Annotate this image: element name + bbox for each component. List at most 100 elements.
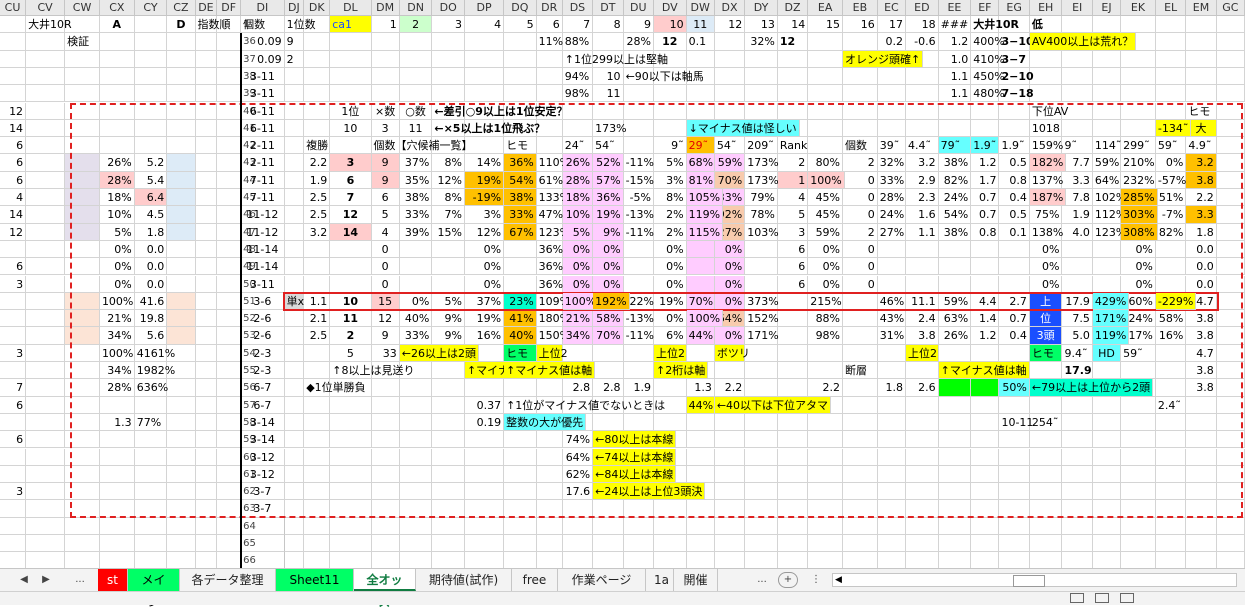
empty-cell[interactable] bbox=[399, 396, 433, 414]
cell-CY-47[interactable]: 1.8 bbox=[134, 223, 168, 241]
empty-cell[interactable] bbox=[593, 517, 624, 535]
cell-CW-51[interactable] bbox=[65, 292, 100, 311]
cell-EE-46[interactable]: 54% bbox=[938, 206, 972, 224]
cell-EL-41[interactable]: -134˜ bbox=[1155, 119, 1192, 138]
cell-ED-53[interactable]: 3.8 bbox=[906, 327, 939, 345]
empty-cell[interactable] bbox=[464, 85, 505, 103]
column-header-DP[interactable]: DP bbox=[464, 0, 505, 16]
cell-DO-50[interactable] bbox=[432, 275, 465, 293]
empty-cell[interactable] bbox=[714, 465, 746, 484]
cell-EG-56[interactable]: 50% bbox=[999, 379, 1030, 397]
column-header-CV[interactable]: CV bbox=[26, 0, 66, 16]
empty-cell[interactable] bbox=[686, 413, 715, 432]
empty-cell[interactable] bbox=[99, 431, 135, 449]
empty-cell[interactable] bbox=[304, 535, 331, 553]
cell-DO-44[interactable]: 12% bbox=[432, 171, 465, 189]
cell-DM-41[interactable]: 3 bbox=[371, 119, 400, 138]
cell-CX-45[interactable]: 18% bbox=[99, 189, 135, 207]
empty-cell[interactable] bbox=[26, 258, 66, 276]
cell-CW-36[interactable]: 検証 bbox=[65, 33, 100, 51]
cell-EH-46[interactable]: 75% bbox=[1029, 206, 1063, 224]
empty-cell[interactable] bbox=[195, 535, 218, 553]
cell-ED-1[interactable]: 18 bbox=[906, 16, 939, 34]
empty-cell[interactable] bbox=[371, 483, 400, 501]
cell-DI-63[interactable]: 3-7 bbox=[241, 500, 285, 518]
cell-EA-43[interactable]: 80% bbox=[808, 154, 844, 172]
cell-EA-49[interactable]: 0% bbox=[808, 258, 844, 276]
empty-cell[interactable] bbox=[1029, 67, 1063, 86]
cell-DI-37[interactable]: 0.09 bbox=[241, 50, 285, 68]
cell-DO-51[interactable]: 5% bbox=[432, 292, 465, 311]
cell-DZ-43[interactable]: 2 bbox=[777, 154, 809, 172]
column-header-DT[interactable]: DT bbox=[593, 0, 624, 16]
empty-cell[interactable] bbox=[99, 517, 135, 535]
cell-DS-47[interactable]: 5% bbox=[562, 223, 594, 241]
cell-EK-46[interactable]: 303% bbox=[1121, 206, 1158, 224]
empty-cell[interactable] bbox=[371, 379, 400, 397]
empty-cell[interactable] bbox=[1155, 344, 1187, 362]
empty-cell[interactable] bbox=[399, 413, 433, 432]
empty-cell[interactable] bbox=[777, 67, 809, 86]
empty-cell[interactable] bbox=[134, 33, 168, 51]
spreadsheet-grid[interactable]: CU CV CW CX CY CZ DE DF DI DJ DK DL DM DN DO DP DQ DR DS DT… bbox=[0, 0, 1245, 568]
empty-cell[interactable] bbox=[906, 102, 939, 120]
cell-DK-43[interactable]: 2.2 bbox=[304, 154, 331, 172]
cell-EG-37[interactable]: 3−7 bbox=[999, 50, 1030, 68]
empty-cell[interactable] bbox=[906, 413, 939, 432]
cell-DR-44[interactable]: 61% bbox=[536, 171, 563, 189]
empty-cell[interactable] bbox=[371, 33, 400, 51]
empty-cell[interactable] bbox=[1216, 223, 1245, 241]
empty-cell[interactable] bbox=[1186, 85, 1217, 103]
cell-CY-44[interactable]: 5.4 bbox=[134, 171, 168, 189]
cell-EH-47[interactable]: 138% bbox=[1029, 223, 1063, 241]
empty-cell[interactable] bbox=[1121, 413, 1156, 432]
empty-cell[interactable] bbox=[504, 552, 537, 568]
cell-DW-46[interactable]: 119% bbox=[686, 206, 724, 224]
empty-cell[interactable] bbox=[99, 396, 135, 414]
empty-cell[interactable] bbox=[686, 431, 715, 449]
column-header-EJ[interactable]: EJ bbox=[1092, 0, 1122, 16]
empty-cell[interactable] bbox=[304, 413, 331, 432]
empty-cell[interactable] bbox=[562, 535, 594, 553]
cell-EL-43[interactable]: 0% bbox=[1155, 154, 1187, 172]
empty-cell[interactable] bbox=[686, 85, 715, 103]
empty-cell[interactable] bbox=[26, 465, 66, 484]
empty-cell[interactable] bbox=[217, 85, 242, 103]
empty-cell[interactable] bbox=[971, 431, 1000, 449]
cell-DQ-57[interactable]: ↑1位がマイナス値でないときは bbox=[504, 396, 665, 414]
cell-EH-53[interactable]: 3頭 bbox=[1029, 327, 1063, 345]
cell-DV-48[interactable]: 0% bbox=[654, 240, 687, 259]
empty-cell[interactable] bbox=[1029, 517, 1063, 535]
cell-DU-47[interactable]: -11% bbox=[623, 223, 654, 241]
empty-cell[interactable] bbox=[1092, 85, 1122, 103]
cell-DR-53[interactable]: 150% bbox=[536, 327, 570, 345]
cell-EE-43[interactable]: 38% bbox=[938, 154, 972, 172]
empty-cell[interactable] bbox=[399, 483, 433, 501]
empty-cell[interactable] bbox=[999, 102, 1030, 120]
cell-DL-49[interactable] bbox=[330, 258, 372, 276]
cell-DW-44[interactable]: 81% bbox=[686, 171, 715, 189]
cell-EB-43[interactable]: 2 bbox=[843, 154, 878, 172]
empty-cell[interactable] bbox=[26, 362, 66, 380]
cell-EB-51[interactable] bbox=[843, 292, 878, 311]
empty-cell[interactable] bbox=[1062, 16, 1093, 34]
cell-CU-45[interactable]: 4 bbox=[0, 189, 27, 207]
empty-cell[interactable] bbox=[167, 500, 196, 518]
cell-DW-56[interactable]: 1.3 bbox=[686, 379, 715, 397]
empty-cell[interactable] bbox=[1062, 448, 1093, 466]
cell-EF-56[interactable] bbox=[971, 379, 1000, 397]
empty-cell[interactable] bbox=[99, 85, 135, 103]
column-header-DY[interactable]: DY bbox=[745, 0, 778, 16]
tab-9[interactable]: 1a bbox=[646, 569, 674, 591]
empty-cell[interactable] bbox=[432, 67, 465, 86]
cell-EF-39[interactable]: 480% bbox=[971, 85, 1005, 103]
column-header-CW[interactable]: CW bbox=[65, 0, 100, 16]
cell-EC-51[interactable]: 46% bbox=[877, 292, 907, 311]
empty-cell[interactable] bbox=[1186, 448, 1217, 466]
cell-CZ-52[interactable] bbox=[167, 310, 196, 328]
cell-DM-49[interactable]: 0 bbox=[371, 258, 400, 276]
empty-cell[interactable] bbox=[777, 448, 809, 466]
cell-DV-50[interactable]: 0% bbox=[654, 275, 687, 293]
empty-cell[interactable] bbox=[284, 517, 305, 535]
empty-cell[interactable] bbox=[906, 483, 939, 501]
